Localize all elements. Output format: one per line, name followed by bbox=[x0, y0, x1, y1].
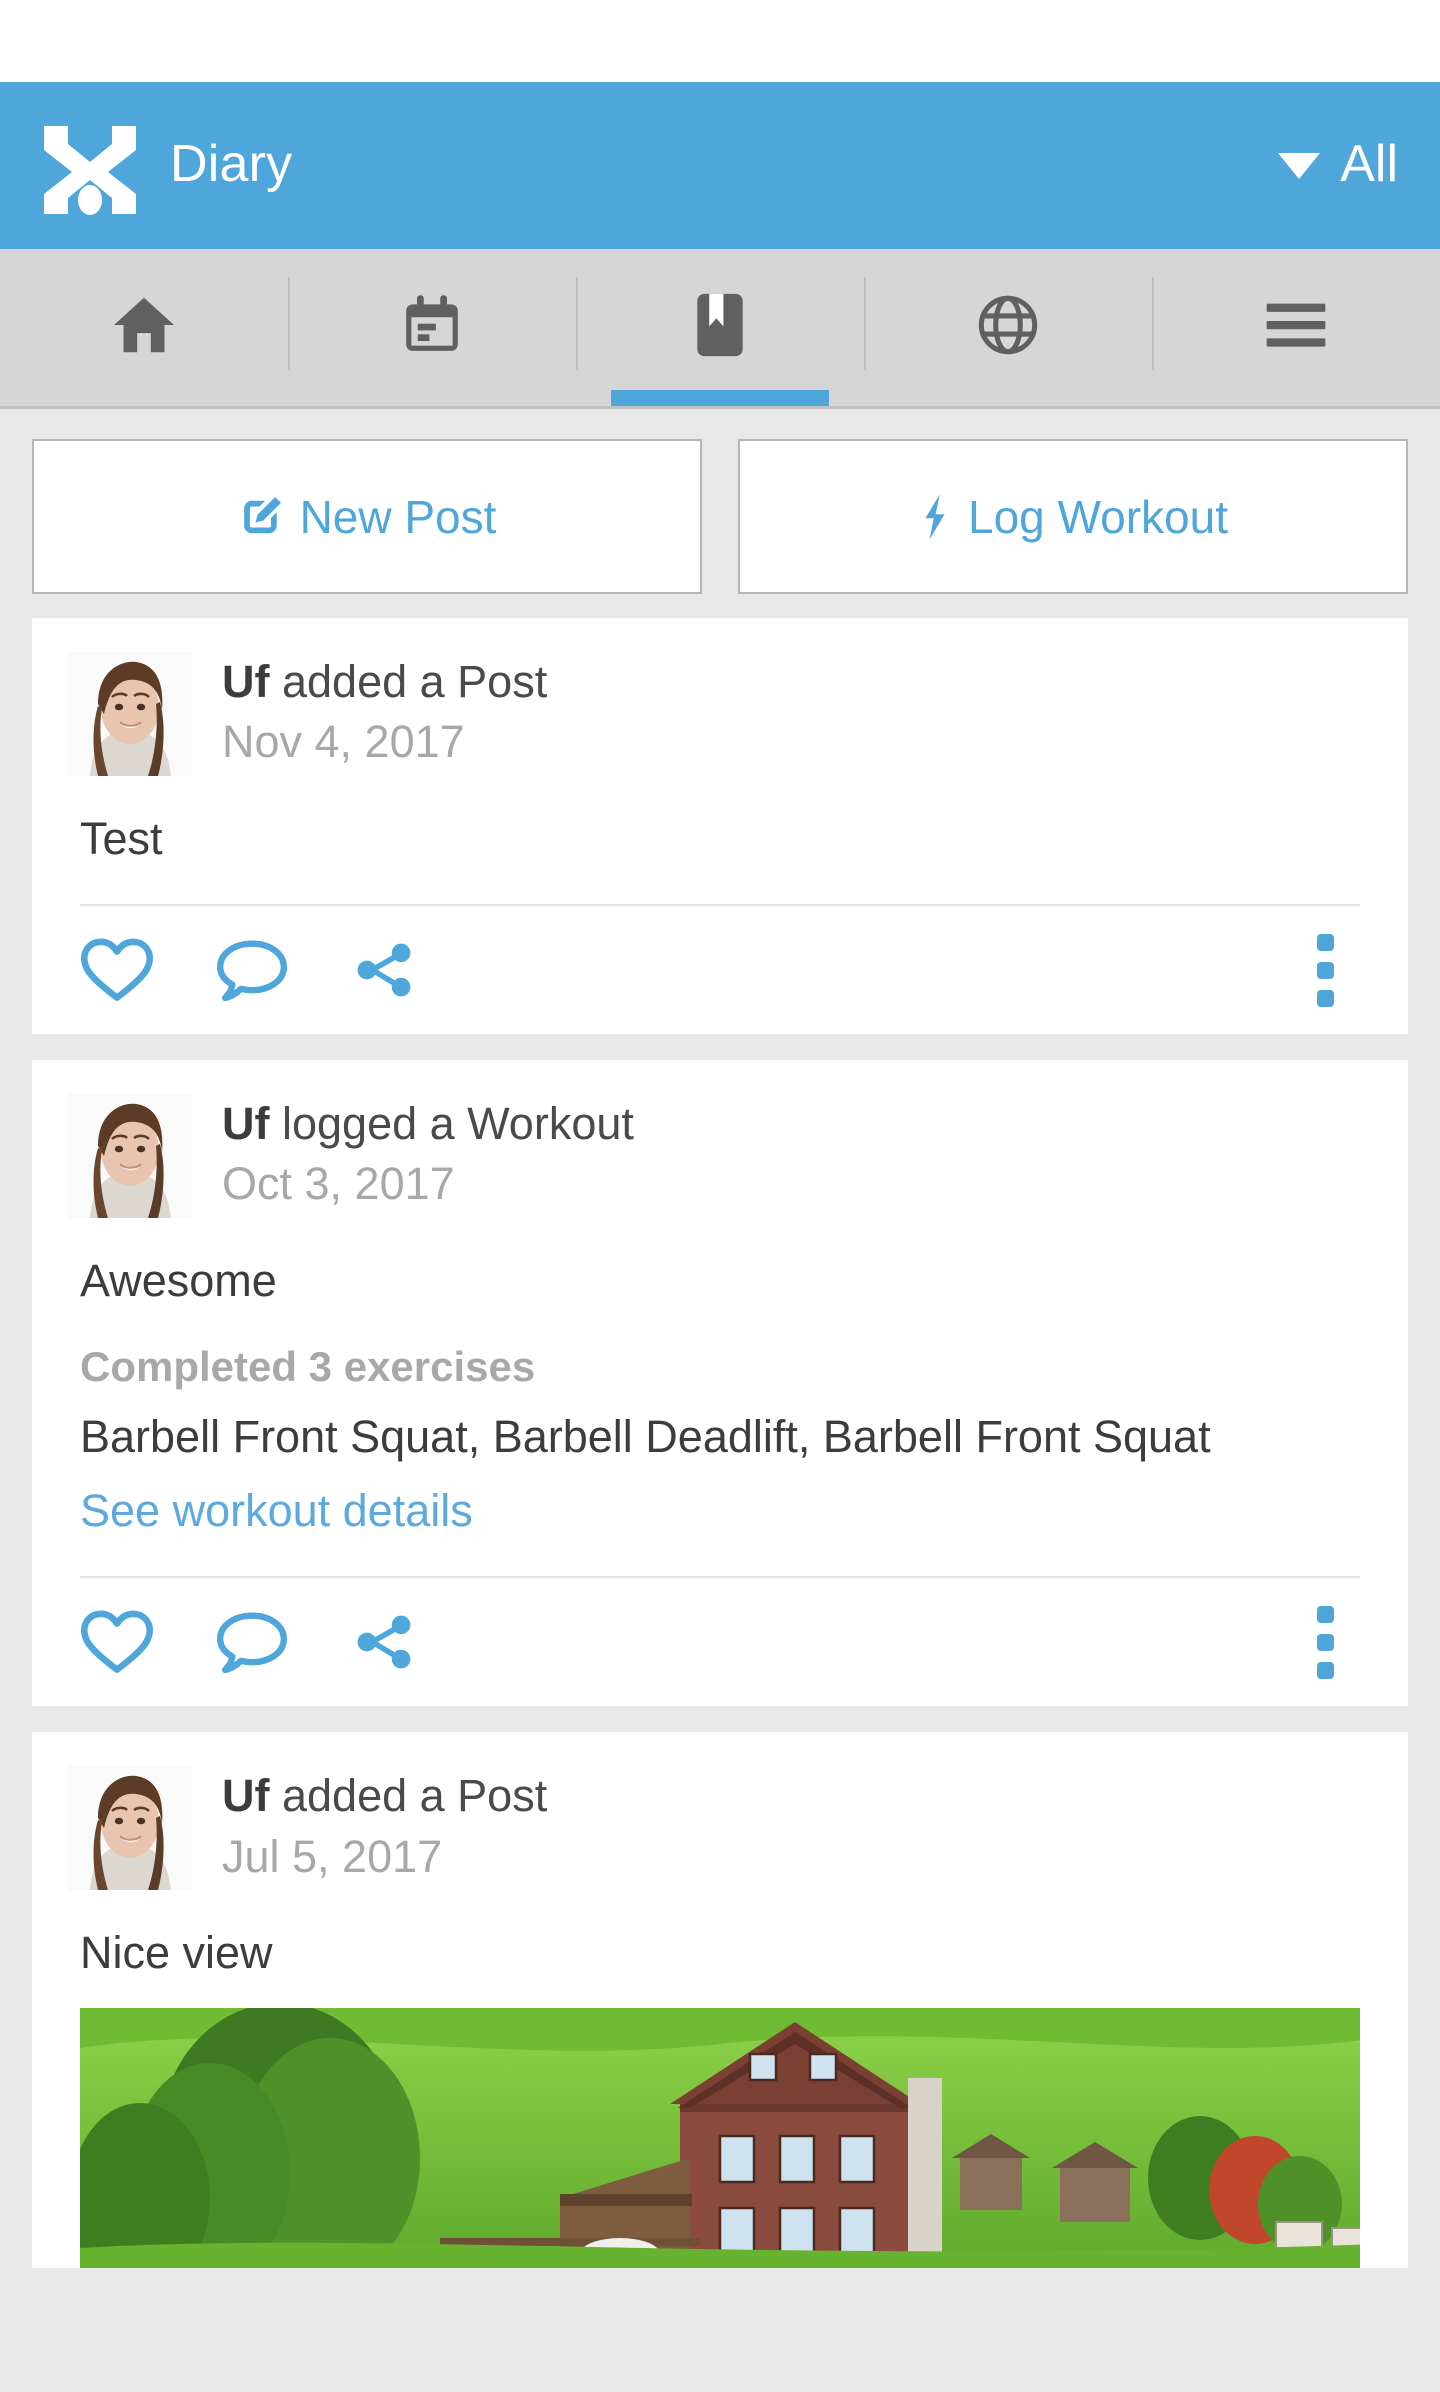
calendar-icon bbox=[401, 294, 463, 361]
tab-home[interactable] bbox=[0, 249, 288, 406]
card-activity-line: Uf added a Post bbox=[222, 656, 547, 708]
diary-screen: Diary All New Post Log Workout Uf added … bbox=[0, 0, 1440, 2392]
feed-filter-label: All bbox=[1340, 134, 1398, 193]
app-title: Diary bbox=[170, 134, 293, 193]
comment-bubble-icon[interactable] bbox=[216, 937, 352, 1003]
new-post-label: New Post bbox=[299, 490, 497, 543]
feed-scroll-area[interactable]: New Post Log Workout Uf added a Post Nov… bbox=[0, 409, 1440, 2392]
post-body: Nice view bbox=[80, 1927, 273, 1979]
feed-card-photo-post: Uf added a Post Jul 5, 2017 Nice view bbox=[32, 1732, 1408, 2269]
tab-diary[interactable] bbox=[576, 249, 864, 406]
see-workout-details-link[interactable]: See workout details bbox=[68, 1464, 1372, 1538]
card-header-text: Uf added a Post Nov 4, 2017 bbox=[222, 652, 547, 770]
card-action-bar bbox=[68, 1578, 1372, 1706]
log-workout-label: Log Workout bbox=[968, 490, 1228, 543]
comment-bubble-icon[interactable] bbox=[216, 1609, 352, 1675]
card-username: Uf bbox=[222, 1770, 270, 1822]
dot bbox=[1316, 989, 1334, 1007]
card-header-text: Uf logged a Workout Oct 3, 2017 bbox=[222, 1094, 634, 1212]
app-bar: Diary All bbox=[0, 82, 1440, 249]
bookmark-icon bbox=[691, 291, 749, 364]
card-header: Uf logged a Workout Oct 3, 2017 bbox=[68, 1094, 1372, 1218]
share-icon[interactable] bbox=[352, 938, 472, 1002]
card-header: Uf added a Post Nov 4, 2017 bbox=[68, 652, 1372, 776]
tab-explore[interactable] bbox=[864, 249, 1152, 406]
globe-icon bbox=[976, 293, 1040, 362]
card-activity-line: Uf added a Post bbox=[222, 1770, 547, 1822]
user-avatar-photo[interactable] bbox=[68, 1766, 192, 1891]
landscape-chalet-photo[interactable] bbox=[80, 2008, 1360, 2269]
new-post-button[interactable]: New Post bbox=[32, 439, 702, 594]
card-username: Uf bbox=[222, 656, 270, 707]
user-avatar-photo[interactable] bbox=[68, 652, 192, 776]
tab-calendar[interactable] bbox=[288, 249, 576, 406]
share-icon[interactable] bbox=[352, 1610, 472, 1674]
workout-summary: Completed 3 exercises bbox=[80, 1343, 536, 1390]
card-date: Oct 3, 2017 bbox=[222, 1158, 455, 1210]
workout-exercise-list: Barbell Front Squat, Barbell Deadlift, B… bbox=[80, 1411, 1211, 1463]
card-activity: added a Post bbox=[269, 1770, 548, 1822]
post-body: Awesome bbox=[80, 1255, 277, 1306]
card-date: Nov 4, 2017 bbox=[222, 716, 465, 768]
hamburger-icon bbox=[1263, 301, 1329, 354]
user-avatar-photo[interactable] bbox=[68, 1094, 192, 1218]
edit-pencil-icon bbox=[238, 494, 284, 540]
home-icon bbox=[111, 295, 177, 360]
caret-down-icon bbox=[1278, 152, 1321, 179]
heart-icon[interactable] bbox=[80, 937, 216, 1003]
more-vertical-icon[interactable] bbox=[1300, 933, 1360, 1007]
tab-active-indicator bbox=[610, 390, 830, 406]
card-username: Uf bbox=[222, 1098, 270, 1149]
dot bbox=[1316, 1661, 1334, 1679]
card-activity: logged a Workout bbox=[269, 1098, 634, 1149]
card-date: Jul 5, 2017 bbox=[222, 1830, 443, 1882]
log-workout-button[interactable]: Log Workout bbox=[738, 439, 1408, 594]
feed-card-post: Uf added a Post Nov 4, 2017 Test bbox=[32, 618, 1408, 1034]
card-action-bar bbox=[68, 906, 1372, 1034]
quick-actions: New Post Log Workout bbox=[0, 409, 1440, 618]
dot bbox=[1316, 1633, 1334, 1651]
card-activity-line: Uf logged a Workout bbox=[222, 1098, 634, 1150]
dot bbox=[1316, 1605, 1334, 1623]
feed-filter-button[interactable]: All bbox=[1278, 138, 1404, 194]
x-logo-icon bbox=[38, 114, 142, 218]
app-bar-brand: Diary bbox=[38, 114, 292, 218]
post-body: Test bbox=[80, 813, 163, 864]
card-header-text: Uf added a Post Jul 5, 2017 bbox=[222, 1766, 547, 1884]
lightning-bolt-icon bbox=[918, 493, 952, 541]
card-activity: added a Post bbox=[269, 656, 548, 707]
feed-card-workout: Uf logged a Workout Oct 3, 2017 Awesome … bbox=[32, 1060, 1408, 1707]
more-vertical-icon[interactable] bbox=[1300, 1605, 1360, 1679]
dot bbox=[1316, 933, 1334, 951]
heart-icon[interactable] bbox=[80, 1609, 216, 1675]
dot bbox=[1316, 961, 1334, 979]
tab-bar bbox=[0, 249, 1440, 409]
tab-menu[interactable] bbox=[1152, 249, 1440, 406]
card-header: Uf added a Post Jul 5, 2017 bbox=[68, 1766, 1372, 1891]
status-bar bbox=[0, 0, 1440, 82]
